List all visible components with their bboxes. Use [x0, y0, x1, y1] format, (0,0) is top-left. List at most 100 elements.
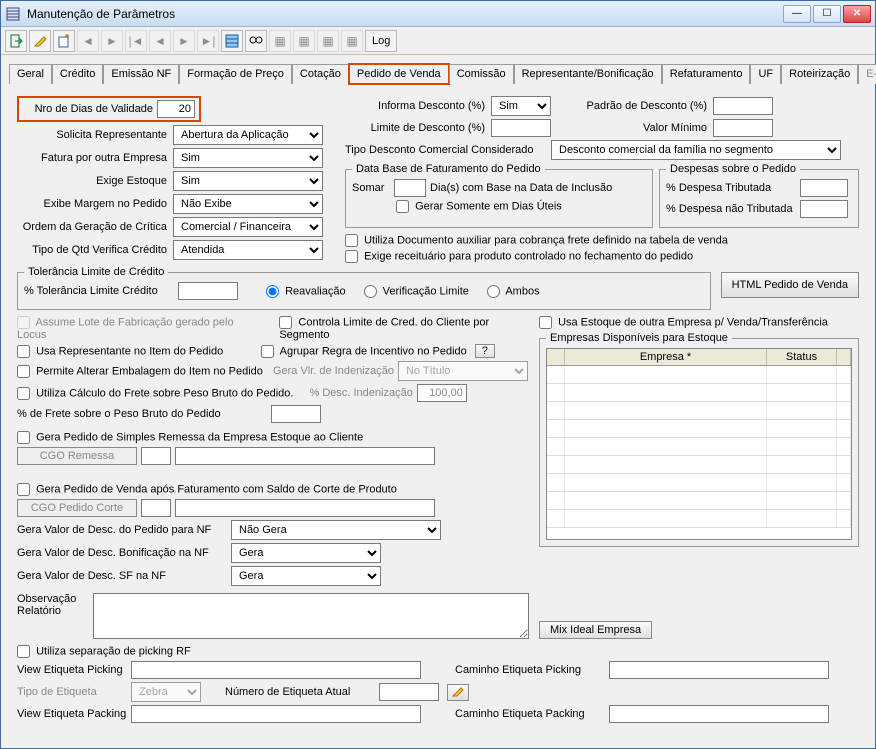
usa-repr-item-check[interactable]: Usa Representante no Item do Pedido [17, 345, 223, 358]
cgo-remessa-button[interactable]: CGO Remessa [17, 447, 137, 465]
minimize-button[interactable]: — [783, 5, 811, 23]
fatura-outra-select[interactable]: Sim [173, 148, 323, 168]
tab-refaturamento[interactable]: Refaturamento [662, 64, 751, 84]
view-etq-packing-input[interactable] [131, 705, 421, 723]
tipo-desc-considerado-select[interactable]: Desconto comercial da família no segment… [551, 140, 841, 160]
tipo-qtd-select[interactable]: Atendida [173, 240, 323, 260]
radio-ambos[interactable]: Ambos [487, 285, 540, 298]
ordem-geracao-select[interactable]: Comercial / Financeira [173, 217, 323, 237]
gera-vlr-indeniz-label: Gera Vlr. de Indenização [273, 365, 394, 377]
tool-14[interactable]: ▦ [317, 30, 339, 52]
caminho-etq-picking-input[interactable] [609, 661, 829, 679]
last-button[interactable]: ►| [197, 30, 219, 52]
obs-textarea[interactable] [93, 593, 529, 639]
exige-estoque-select[interactable]: Sim [173, 171, 323, 191]
window-title: Manutenção de Parâmetros [27, 7, 175, 21]
html-pedido-venda-button[interactable]: HTML Pedido de Venda [721, 272, 859, 298]
tool-12[interactable]: ▦ [269, 30, 291, 52]
tab-pedido-venda[interactable]: Pedido de Venda [349, 64, 449, 84]
next-button[interactable]: ► [173, 30, 195, 52]
empresas-group: Empresas Disponíveis para Estoque Empres… [539, 332, 859, 547]
agrupar-regra-check[interactable]: Agrupar Regra de Incentivo no Pedido [261, 345, 467, 358]
cgo-corte-code[interactable] [141, 499, 171, 517]
exit-button[interactable] [5, 30, 27, 52]
pct-desc-indeniz-input [417, 384, 467, 402]
pct-tolerancia-label: % Tolerância Limite Crédito [24, 285, 174, 297]
utiliza-doc-aux-check[interactable]: Utiliza Documento auxiliar para cobrança… [345, 234, 728, 247]
view-etq-picking-input[interactable] [131, 661, 421, 679]
data-base-faturamento-group: Data Base de Faturamento do Pedido Somar… [345, 163, 653, 228]
gera-valor-desc-sf-select[interactable]: Gera [231, 566, 381, 586]
radio-reavaliacao[interactable]: Reavaliação [266, 285, 346, 298]
informa-desc-label: Informa Desconto (%) [345, 100, 485, 112]
usa-estoque-outra-check[interactable]: Usa Estoque de outra Empresa p/ Venda/Tr… [539, 316, 828, 329]
tab-representante-bonif[interactable]: Representante/Bonificação [514, 64, 662, 84]
exibe-margem-select[interactable]: Não Exibe [173, 194, 323, 214]
cgo-remessa-code[interactable] [141, 447, 171, 465]
new-button[interactable] [53, 30, 75, 52]
limite-desc-input[interactable] [491, 119, 551, 137]
numero-etq-label: Número de Etiqueta Atual [225, 686, 375, 698]
caminho-etq-packing-label: Caminho Etiqueta Packing [455, 708, 605, 720]
nro-dias-validade-highlight: Nro de Dias de Validade [17, 96, 201, 122]
tab-ecommerce[interactable]: E-commerce [858, 64, 876, 84]
col-status: Status [767, 349, 837, 365]
cgo-corte-desc[interactable] [175, 499, 435, 517]
desp-tributada-input[interactable] [800, 179, 848, 197]
tab-formacao-preco[interactable]: Formação de Preço [179, 64, 292, 84]
gera-pedido-corte-check[interactable]: Gera Pedido de Venda após Faturamento co… [17, 483, 397, 496]
find-button[interactable] [245, 30, 267, 52]
cgo-remessa-desc[interactable] [175, 447, 435, 465]
tab-emissao-nf[interactable]: Emissão NF [103, 64, 179, 84]
somar-dias-input[interactable] [394, 179, 426, 197]
tool-5[interactable]: ► [101, 30, 123, 52]
gera-valor-desc-nf-label: Gera Valor de Desc. do Pedido para NF [17, 524, 227, 536]
tab-credito[interactable]: Crédito [52, 64, 103, 84]
numero-etq-input[interactable] [379, 683, 439, 701]
padrao-desc-input[interactable] [713, 97, 773, 115]
prev-button[interactable]: ◄ [149, 30, 171, 52]
desp-nao-tributada-label: % Despesa não Tributada [666, 203, 796, 215]
valor-minimo-label: Valor Mínimo [557, 122, 707, 134]
cgo-pedido-corte-button[interactable]: CGO Pedido Corte [17, 499, 137, 517]
gera-valor-desc-bonif-select[interactable]: Gera [231, 543, 381, 563]
utiliza-separacao-check[interactable]: Utiliza separação de picking RF [17, 645, 191, 658]
gera-valor-desc-nf-select[interactable]: Não Gera [231, 520, 441, 540]
tab-uf[interactable]: UF [750, 64, 781, 84]
tool-4[interactable]: ◄ [77, 30, 99, 52]
permite-alterar-emb-check[interactable]: Permite Alterar Embalagem do Item no Ped… [17, 365, 263, 378]
radio-verificacao[interactable]: Verificação Limite [364, 285, 469, 298]
gerar-dias-uteis-check[interactable]: Gerar Somente em Dias Úteis [396, 200, 562, 213]
tab-cotacao[interactable]: Cotação [292, 64, 349, 84]
log-button[interactable]: Log [365, 30, 397, 52]
first-button[interactable]: |◄ [125, 30, 147, 52]
pct-tolerancia-input[interactable] [178, 282, 238, 300]
regra-help-button[interactable]: ? [475, 344, 495, 358]
edit-button[interactable] [29, 30, 51, 52]
pct-desc-indeniz-label: % Desc. Indenização [309, 387, 412, 399]
pct-frete-input[interactable] [271, 405, 321, 423]
exige-receituario-check[interactable]: Exige receituário para produto controlad… [345, 250, 693, 263]
desp-nao-tributada-input[interactable] [800, 200, 848, 218]
tool-15[interactable]: ▦ [341, 30, 363, 52]
tab-geral[interactable]: Geral [9, 64, 52, 84]
tipo-etiqueta-select: Zebra [131, 682, 201, 702]
valor-minimo-input[interactable] [713, 119, 773, 137]
maximize-button[interactable]: ☐ [813, 5, 841, 23]
solicita-repr-select[interactable]: Abertura da Aplicação [173, 125, 323, 145]
grid-button[interactable] [221, 30, 243, 52]
tab-roteirizacao[interactable]: Roteirização [781, 64, 858, 84]
data-base-legend: Data Base de Faturamento do Pedido [352, 163, 545, 175]
controla-limite-cred-check[interactable]: Controla Limite de Cred. do Cliente por … [279, 316, 529, 341]
close-button[interactable]: ✕ [843, 5, 871, 23]
informa-desc-select[interactable]: Sim [491, 96, 551, 116]
caminho-etq-packing-input[interactable] [609, 705, 829, 723]
etiqueta-edit-button[interactable] [447, 684, 469, 701]
gera-simples-remessa-check[interactable]: Gera Pedido de Simples Remessa da Empres… [17, 431, 363, 444]
empresas-grid[interactable]: Empresa * Status [546, 348, 852, 540]
utiliza-calc-frete-check[interactable]: Utiliza Cálculo do Frete sobre Peso Brut… [17, 387, 293, 400]
mix-ideal-button[interactable]: Mix Ideal Empresa [539, 621, 652, 639]
tool-13[interactable]: ▦ [293, 30, 315, 52]
nro-dias-validade-input[interactable] [157, 100, 195, 118]
tab-comissao[interactable]: Comissão [449, 64, 514, 84]
